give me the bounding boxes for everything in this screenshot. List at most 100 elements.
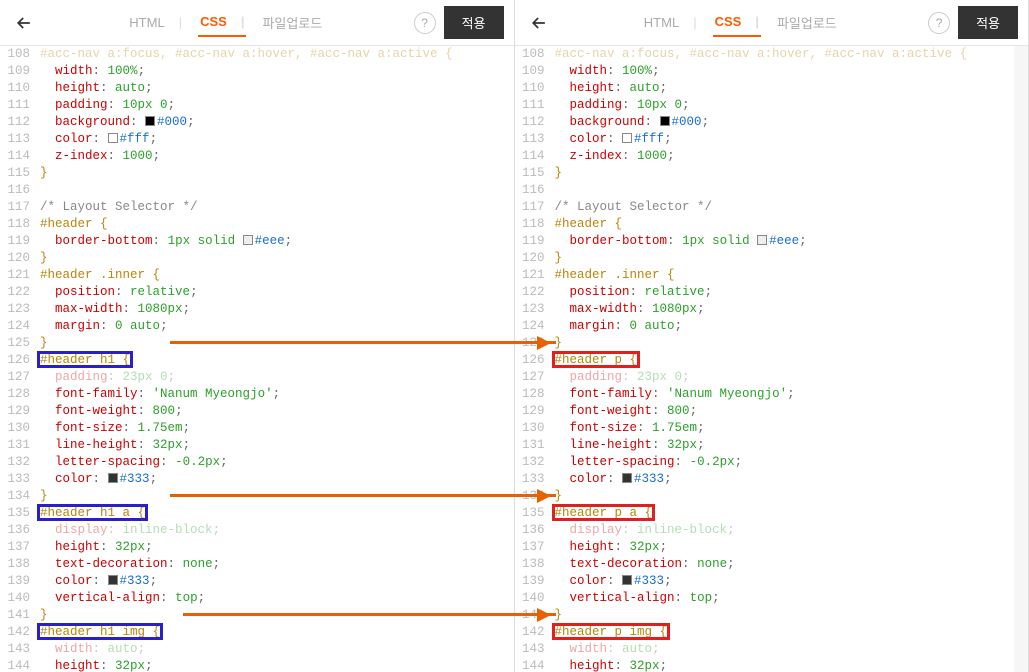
code-line[interactable]: 113 color: #fff;: [515, 131, 1029, 148]
code-line[interactable]: 135#header p a {: [515, 505, 1029, 522]
code-line[interactable]: 121#header .inner {: [0, 267, 514, 284]
code-line[interactable]: 126#header h1 {: [0, 352, 514, 369]
back-button[interactable]: [10, 9, 38, 37]
code-line[interactable]: 118#header {: [0, 216, 514, 233]
code-line[interactable]: 126#header p {: [515, 352, 1029, 369]
code-text: }: [555, 488, 1029, 505]
code-line[interactable]: 120}: [0, 250, 514, 267]
code-line[interactable]: 115}: [515, 165, 1029, 182]
topbar: HTML CSS 파일업로드 ? 적용: [515, 0, 1029, 46]
code-line[interactable]: 138 text-decoration: none;: [0, 556, 514, 573]
tab-html[interactable]: HTML: [642, 9, 699, 36]
code-line[interactable]: 134}: [0, 488, 514, 505]
code-line[interactable]: 137 height: 32px;: [0, 539, 514, 556]
code-line[interactable]: 117/* Layout Selector */: [0, 199, 514, 216]
help-button[interactable]: ?: [414, 12, 436, 34]
code-line[interactable]: 124 margin: 0 auto;: [515, 318, 1029, 335]
code-line[interactable]: 140 vertical-align: top;: [515, 590, 1029, 607]
code-line[interactable]: 110 height: auto;: [0, 80, 514, 97]
code-line[interactable]: 133 color: #333;: [515, 471, 1029, 488]
code-line[interactable]: 139 color: #333;: [0, 573, 514, 590]
code-line[interactable]: 142#header h1 img {: [0, 624, 514, 641]
code-line[interactable]: 118#header {: [515, 216, 1029, 233]
code-line[interactable]: 128 font-family: 'Nanum Myeongjo';: [515, 386, 1029, 403]
code-line[interactable]: 141}: [515, 607, 1029, 624]
code-line[interactable]: 129 font-weight: 800;: [0, 403, 514, 420]
line-number: 132: [515, 454, 555, 471]
help-button[interactable]: ?: [928, 12, 950, 34]
code-line[interactable]: 136 display: inline-block;: [515, 522, 1029, 539]
code-line[interactable]: 142#header p img {: [515, 624, 1029, 641]
code-line[interactable]: 114 z-index: 1000;: [0, 148, 514, 165]
tab-fileupload[interactable]: 파일업로드: [260, 7, 324, 38]
code-line[interactable]: 131 line-height: 32px;: [0, 437, 514, 454]
code-text: #acc-nav a:focus, #acc-nav a:hover, #acc…: [555, 46, 1029, 63]
code-line[interactable]: 121#header .inner {: [515, 267, 1029, 284]
tab-css[interactable]: CSS: [198, 8, 246, 37]
code-text: #header h1 img {: [40, 624, 514, 641]
code-line[interactable]: 113 color: #fff;: [0, 131, 514, 148]
code-line[interactable]: 130 font-size: 1.75em;: [0, 420, 514, 437]
code-line[interactable]: 132 letter-spacing: -0.2px;: [0, 454, 514, 471]
code-text: #acc-nav a:focus, #acc-nav a:hover, #acc…: [40, 46, 514, 63]
code-line[interactable]: 144 height: 32px;: [515, 658, 1029, 672]
code-line[interactable]: 124 margin: 0 auto;: [0, 318, 514, 335]
code-editor-right[interactable]: 108#acc-nav a:focus, #acc-nav a:hover, #…: [515, 46, 1029, 672]
code-line[interactable]: 112 background: #000;: [515, 114, 1029, 131]
tab-html[interactable]: HTML: [127, 9, 184, 36]
code-line[interactable]: 116: [0, 182, 514, 199]
code-line[interactable]: 133 color: #333;: [0, 471, 514, 488]
code-line[interactable]: 111 padding: 10px 0;: [515, 97, 1029, 114]
code-line[interactable]: 109 width: 100%;: [515, 63, 1029, 80]
code-line[interactable]: 110 height: auto;: [515, 80, 1029, 97]
code-line[interactable]: 130 font-size: 1.75em;: [515, 420, 1029, 437]
code-line[interactable]: 123 max-width: 1080px;: [0, 301, 514, 318]
code-line[interactable]: 119 border-bottom: 1px solid #eee;: [515, 233, 1029, 250]
code-line[interactable]: 123 max-width: 1080px;: [515, 301, 1029, 318]
code-line[interactable]: 139 color: #333;: [515, 573, 1029, 590]
line-number: 144: [515, 658, 555, 672]
code-line[interactable]: 115}: [0, 165, 514, 182]
code-line[interactable]: 138 text-decoration: none;: [515, 556, 1029, 573]
code-line[interactable]: 114 z-index: 1000;: [515, 148, 1029, 165]
code-line[interactable]: 132 letter-spacing: -0.2px;: [515, 454, 1029, 471]
apply-button[interactable]: 적용: [444, 6, 504, 39]
code-line[interactable]: 134}: [515, 488, 1029, 505]
code-line[interactable]: 120}: [515, 250, 1029, 267]
code-line[interactable]: 119 border-bottom: 1px solid #eee;: [0, 233, 514, 250]
code-line[interactable]: 131 line-height: 32px;: [515, 437, 1029, 454]
code-line[interactable]: 137 height: 32px;: [515, 539, 1029, 556]
apply-button[interactable]: 적용: [958, 6, 1018, 39]
code-line[interactable]: 108#acc-nav a:focus, #acc-nav a:hover, #…: [0, 46, 514, 63]
code-line[interactable]: 136 display: inline-block;: [0, 522, 514, 539]
code-line[interactable]: 117/* Layout Selector */: [515, 199, 1029, 216]
code-line[interactable]: 116: [515, 182, 1029, 199]
code-line[interactable]: 143 width: auto;: [515, 641, 1029, 658]
code-line[interactable]: 127 padding: 23px 0;: [0, 369, 514, 386]
tab-css[interactable]: CSS: [713, 8, 761, 37]
line-number: 141: [0, 607, 40, 624]
code-line[interactable]: 122 position: relative;: [0, 284, 514, 301]
code-line[interactable]: 141}: [0, 607, 514, 624]
line-number: 119: [515, 233, 555, 250]
code-line[interactable]: 109 width: 100%;: [0, 63, 514, 80]
code-editor-left[interactable]: 108#acc-nav a:focus, #acc-nav a:hover, #…: [0, 46, 514, 672]
code-line[interactable]: 125}: [515, 335, 1029, 352]
code-line[interactable]: 112 background: #000;: [0, 114, 514, 131]
code-line[interactable]: 140 vertical-align: top;: [0, 590, 514, 607]
code-line[interactable]: 144 height: 32px;: [0, 658, 514, 672]
code-line[interactable]: 127 padding: 23px 0;: [515, 369, 1029, 386]
line-number: 123: [515, 301, 555, 318]
code-line[interactable]: 108#acc-nav a:focus, #acc-nav a:hover, #…: [515, 46, 1029, 63]
code-line[interactable]: 125}: [0, 335, 514, 352]
code-line[interactable]: 128 font-family: 'Nanum Myeongjo';: [0, 386, 514, 403]
code-line[interactable]: 129 font-weight: 800;: [515, 403, 1029, 420]
tab-fileupload[interactable]: 파일업로드: [775, 7, 839, 38]
code-line[interactable]: 111 padding: 10px 0;: [0, 97, 514, 114]
code-line[interactable]: 122 position: relative;: [515, 284, 1029, 301]
code-text: height: 32px;: [555, 658, 1029, 672]
line-number: 137: [515, 539, 555, 556]
code-line[interactable]: 135#header h1 a {: [0, 505, 514, 522]
code-line[interactable]: 143 width: auto;: [0, 641, 514, 658]
back-button[interactable]: [525, 9, 553, 37]
